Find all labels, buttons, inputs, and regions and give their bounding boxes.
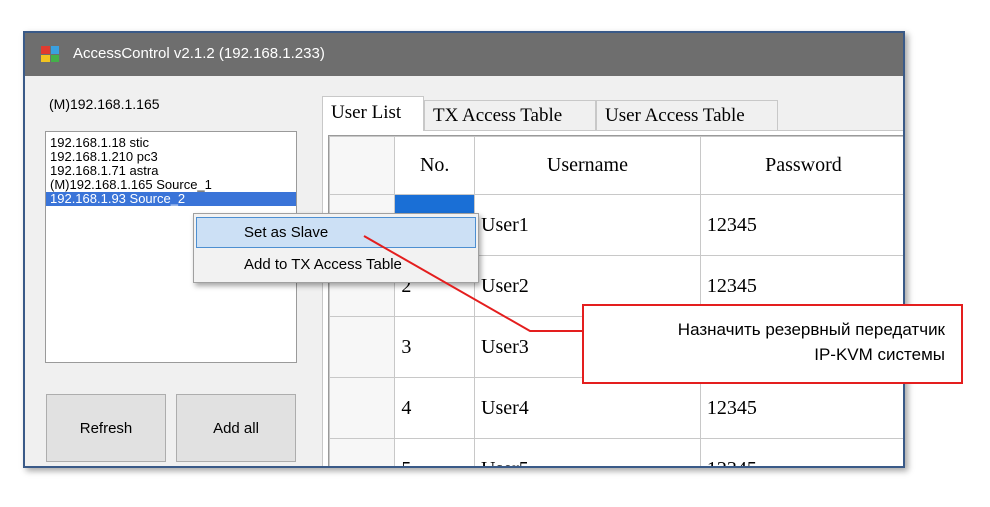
callout-line-2: IP-KVM системы	[814, 345, 945, 364]
tab-user-list[interactable]: User List	[322, 96, 424, 131]
callout-pointer-line	[363, 235, 582, 332]
callout-line-1: Назначить резервный передатчик	[677, 320, 945, 339]
callout-box: Назначить резервный передатчик IP-KVM си…	[582, 304, 963, 384]
